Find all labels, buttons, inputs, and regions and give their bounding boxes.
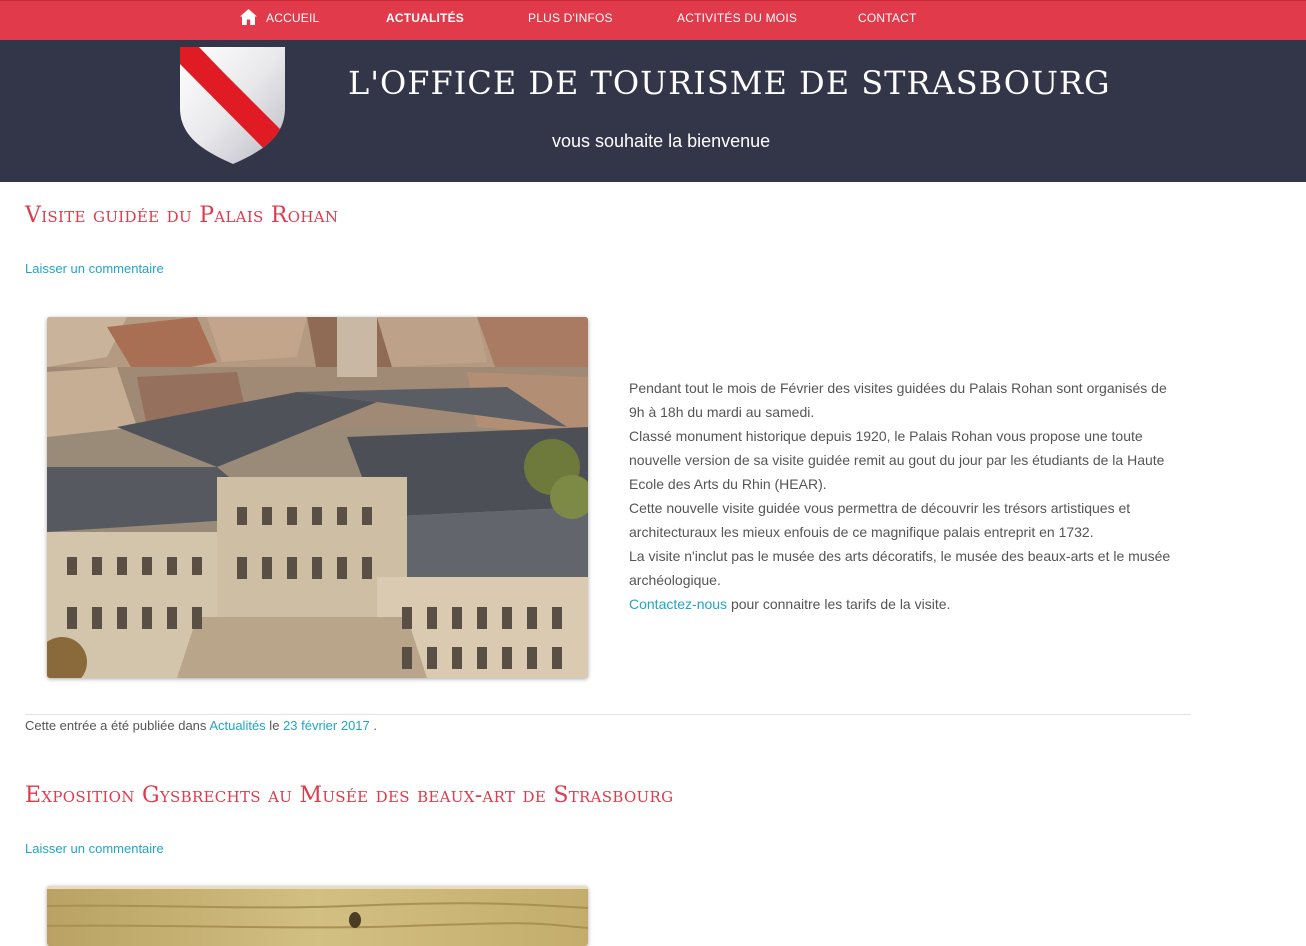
contact-us-link[interactable]: Contactez-nous (629, 596, 727, 612)
gysbrechts-painting-photo (47, 886, 588, 946)
leave-comment-link[interactable]: Laisser un commentaire (25, 261, 164, 276)
palais-rohan-photo (47, 317, 588, 678)
home-icon[interactable] (239, 8, 258, 26)
post-title[interactable]: Exposition Gysbrechts au Musée des beaux… (25, 783, 673, 808)
category-link[interactable]: Actualités (209, 718, 265, 733)
nav-item-activites-du-mois[interactable]: Activités du mois (677, 11, 797, 25)
post-title[interactable]: Visite guidée du Palais Rohan (25, 203, 338, 228)
post-paragraph: Cette nouvelle visite guidée vous permet… (629, 500, 1131, 540)
top-navigation: Accueil Actualités Plus d'infos Activité… (0, 0, 1306, 40)
post-content: Pendant tout le mois de Février des visi… (629, 376, 1179, 616)
nav-top-border (0, 0, 1306, 1)
date-link[interactable]: 23 février 2017 (283, 718, 370, 733)
post-paragraph: La visite n'inclut pas le musée des arts… (629, 548, 1171, 588)
site-header: L'OFFICE DE TOURISME DE STRASBOURG vous … (0, 40, 1306, 182)
meta-prefix: Cette entrée a été publiée dans (25, 718, 210, 733)
site-title[interactable]: L'OFFICE DE TOURISME DE STRASBOURG (348, 64, 1111, 102)
post-paragraph: Classé monument historique depuis 1920, … (629, 428, 1165, 492)
post-paragraph-contact: Contactez-nous pour connaitre les tarifs… (629, 592, 1179, 616)
nav-item-accueil[interactable]: Accueil (266, 11, 319, 25)
post-separator (25, 714, 1191, 715)
leave-comment-link[interactable]: Laisser un commentaire (25, 841, 164, 856)
meta-suffix: . (369, 718, 377, 733)
meta-middle: le (265, 718, 284, 733)
gysbrechts-painting-image (47, 886, 588, 946)
nav-item-actualites[interactable]: Actualités (386, 11, 464, 25)
nav-item-contact[interactable]: Contact (858, 11, 917, 25)
site-subtitle: vous souhaite la bienvenue (552, 131, 771, 151)
palais-rohan-image (47, 317, 588, 678)
strasbourg-coat-of-arms-logo[interactable] (178, 46, 288, 166)
post-meta: Cette entrée a été publiée dans Actualit… (25, 718, 377, 733)
nav-item-plus-d-infos[interactable]: Plus d'infos (528, 11, 613, 25)
contact-text: pour connaitre les tarifs de la visite. (727, 596, 951, 612)
post-paragraph: Pendant tout le mois de Février des visi… (629, 380, 1167, 420)
